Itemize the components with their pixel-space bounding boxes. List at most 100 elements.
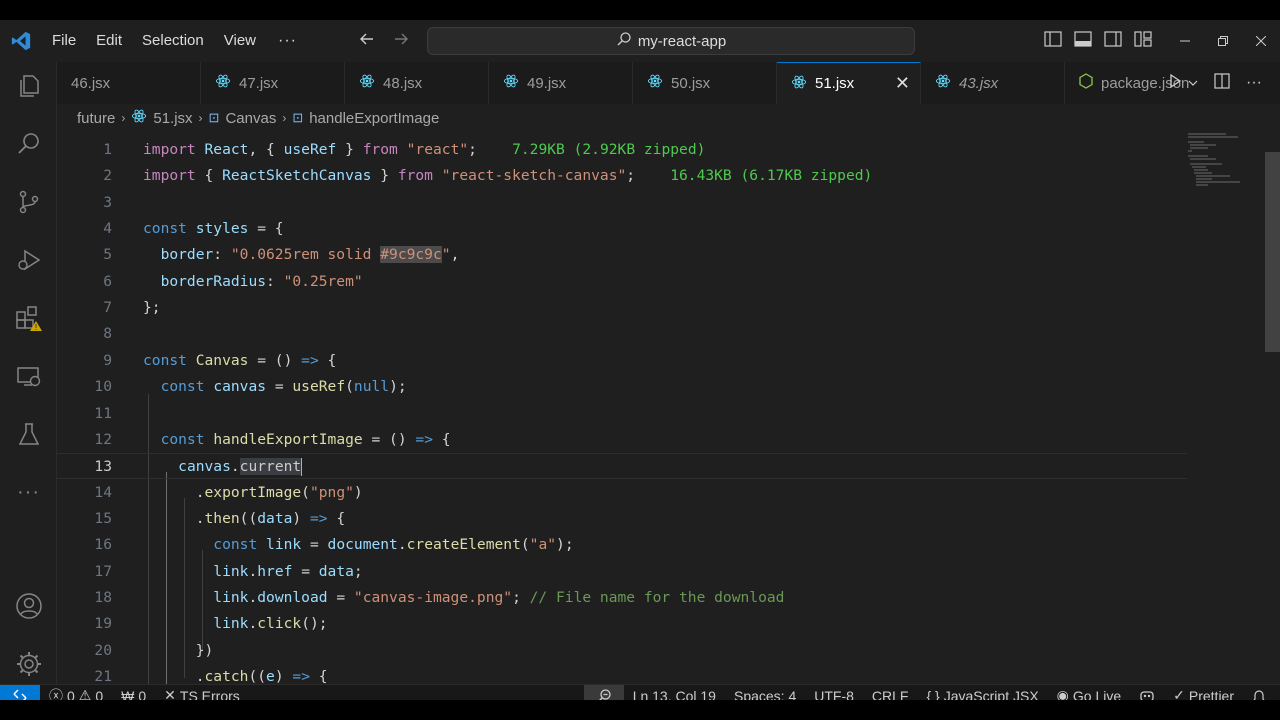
more-views-icon[interactable]: ··· — [0, 468, 57, 516]
prettier-status[interactable]: ✓ Prettier — [1164, 687, 1243, 700]
code-line[interactable]: 12 const handleExportImage = () => { — [57, 427, 1187, 453]
source-control-icon[interactable] — [0, 178, 57, 226]
copilot-icon[interactable] — [1130, 689, 1164, 700]
tab-48-jsx[interactable]: 48.jsx — [345, 62, 489, 104]
menu-edit[interactable]: Edit — [86, 20, 132, 62]
code-line[interactable]: 8 — [57, 321, 1187, 347]
indentation[interactable]: Spaces: 4 — [725, 688, 805, 701]
code-line[interactable]: 7}; — [57, 295, 1187, 321]
code-line[interactable]: 15 .then((data) => { — [57, 506, 1187, 532]
code-line[interactable]: 20 }) — [57, 638, 1187, 664]
toggle-primary-sidebar-icon[interactable] — [1044, 30, 1062, 52]
code-line[interactable]: 21 .catch((e) => { — [57, 664, 1187, 684]
code-token: , — [450, 246, 460, 264]
code-line[interactable]: 5 border: "0.0625rem solid #9c9c9c", — [57, 242, 1187, 268]
tab-47-jsx[interactable]: 47.jsx — [201, 62, 345, 104]
ts-errors-indicator[interactable]: ✕ TS Errors — [155, 687, 249, 700]
code-line[interactable]: 10 const canvas = useRef(null); — [57, 374, 1187, 400]
tab-46-jsx[interactable]: 46.jsx — [57, 62, 201, 104]
end-of-line[interactable]: CRLF — [863, 688, 918, 701]
code-line[interactable]: 11 — [57, 401, 1187, 427]
code-line-current[interactable]: 13 canvas.current — [57, 453, 1187, 480]
restore-icon[interactable] — [1204, 20, 1242, 62]
code-line[interactable]: 17 link.href = data; — [57, 559, 1187, 585]
code-token: . — [143, 509, 205, 527]
breadcrumb-folder[interactable]: future — [77, 110, 115, 127]
code-line[interactable]: 4 const styles = { — [57, 216, 1187, 242]
problems-indicator[interactable]: ⓧ 0 ⚠ 0 — [40, 686, 112, 700]
code-line[interactable]: 9 const Canvas = () => { — [57, 348, 1187, 374]
code-token: = — [266, 378, 293, 396]
code-editor[interactable]: 1 import React, { useRef } from "react"; … — [57, 132, 1265, 684]
remote-indicator-icon[interactable] — [0, 684, 40, 700]
manage-gear-icon[interactable] — [0, 640, 57, 688]
breadcrumb-file[interactable]: 51.jsx — [153, 110, 192, 127]
minimap[interactable] — [1186, 132, 1256, 192]
toggle-panel-icon[interactable] — [1074, 30, 1092, 52]
ports-indicator[interactable]: ₩0 — [112, 688, 155, 701]
go-live-button[interactable]: ◉ Go Live — [1048, 687, 1130, 700]
close-window-icon[interactable] — [1242, 20, 1280, 62]
tab-51-jsx[interactable]: 51.jsx ✕ — [777, 62, 921, 104]
accounts-icon[interactable] — [0, 582, 57, 630]
code-text: link.download = "canvas-image.png"; // F… — [143, 585, 784, 611]
run-debug-icon[interactable] — [0, 236, 57, 284]
code-line[interactable]: 2 import { ReactSketchCanvas } from "reac… — [57, 163, 1187, 189]
language-mode[interactable]: { } JavaScript JSX — [917, 688, 1047, 701]
customize-layout-icon[interactable] — [1134, 30, 1152, 52]
react-icon — [791, 74, 807, 94]
code-token: "react" — [406, 141, 469, 158]
minimize-icon[interactable] — [1166, 20, 1204, 62]
code-line[interactable]: 19 link.click(); — [57, 611, 1187, 637]
extensions-icon[interactable]: ! — [0, 294, 57, 342]
forward-arrow-icon[interactable] — [392, 30, 410, 53]
nodejs-icon — [1079, 73, 1093, 93]
vertical-scrollbar[interactable] — [1265, 152, 1280, 352]
react-icon — [647, 73, 663, 93]
code-token: } — [371, 167, 398, 185]
toggle-secondary-sidebar-icon[interactable] — [1104, 30, 1122, 52]
code-token: = () — [362, 430, 416, 448]
code-token: const — [143, 351, 187, 369]
search-icon[interactable] — [0, 120, 57, 168]
code-text: const link = document.createElement("a")… — [143, 532, 573, 558]
code-line[interactable]: 18 link.download = "canvas-image.png"; /… — [57, 585, 1187, 611]
breadcrumb-component[interactable]: Canvas — [225, 110, 276, 127]
menu-selection[interactable]: Selection — [132, 20, 214, 62]
menu-file[interactable]: File — [42, 20, 86, 62]
testing-icon[interactable] — [0, 410, 57, 458]
code-line[interactable]: 1 import React, { useRef } from "react"; … — [57, 137, 1187, 163]
encoding[interactable]: UTF-8 — [805, 688, 863, 701]
command-center-search[interactable]: my-react-app — [427, 27, 915, 55]
close-icon: ✕ — [164, 687, 176, 700]
tab-49-jsx[interactable]: 49.jsx — [489, 62, 633, 104]
split-editor-icon[interactable] — [1214, 72, 1230, 94]
back-arrow-icon[interactable] — [358, 30, 376, 53]
remote-explorer-icon[interactable] — [0, 352, 57, 400]
breadcrumb-function[interactable]: handleExportImage — [309, 110, 439, 127]
explorer-icon[interactable] — [0, 62, 57, 110]
run-code-icon[interactable] — [1168, 73, 1182, 93]
menu-more-icon[interactable]: ··· — [266, 32, 309, 50]
close-tab-icon[interactable]: ✕ — [895, 73, 910, 94]
cursor-position[interactable]: Ln 13, Col 19 — [624, 688, 725, 701]
tab-43-jsx[interactable]: 43.jsx — [921, 62, 1065, 104]
line-number: 15 — [94, 509, 112, 527]
tab-50-jsx[interactable]: 50.jsx — [633, 62, 777, 104]
code-line[interactable]: 6 borderRadius: "0.25rem" — [57, 269, 1187, 295]
workspace-name: my-react-app — [637, 32, 727, 50]
more-actions-icon[interactable]: ··· — [1246, 74, 1262, 92]
code-line[interactable]: 3 — [57, 190, 1187, 216]
code-token: import — [143, 167, 196, 185]
line-number: 9 — [103, 351, 112, 369]
notifications-bell-icon[interactable] — [1243, 688, 1280, 700]
code-line[interactable]: 14 .exportImage("png") — [57, 480, 1187, 506]
code-line[interactable]: 16 const link = document.createElement("… — [57, 532, 1187, 558]
line-number: 11 — [94, 404, 112, 422]
menu-view[interactable]: View — [214, 20, 266, 62]
chevron-down-icon[interactable] — [1188, 74, 1198, 92]
zoom-icon[interactable] — [583, 684, 624, 700]
